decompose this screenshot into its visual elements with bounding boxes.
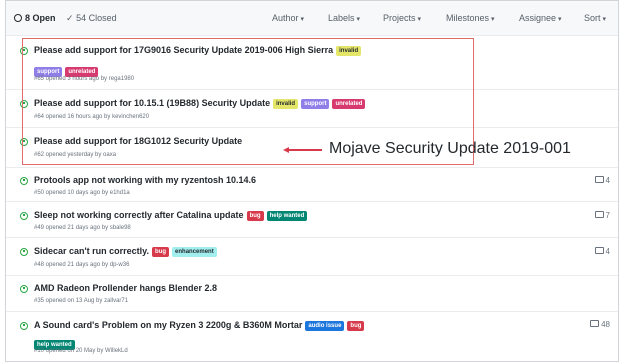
row-divider: [6, 35, 618, 36]
row-divider: [6, 167, 618, 168]
comment-count-text: 4: [605, 247, 610, 256]
assignee-label: Assignee: [519, 13, 557, 23]
annotation-text: Mojave Security Update 2019-001: [329, 140, 571, 157]
annotation-arrow: [288, 149, 322, 151]
annotation-arrow-head: [283, 146, 289, 153]
issue-meta: #48 opened 21 days ago by dp-w36: [34, 262, 130, 268]
caret-down-icon: ▾: [417, 16, 422, 23]
label-bug[interactable]: bug: [347, 321, 365, 331]
caret-down-icon: ▾: [491, 16, 495, 23]
projects-label: Projects: [383, 13, 416, 23]
issues-list-frame: 8 Open ✓ 54 Closed Author ▾ Labels ▾ Proje…: [5, 0, 619, 362]
closed-issues-filter[interactable]: ✓ 54 Closed: [66, 13, 117, 24]
label-bug[interactable]: bug: [152, 247, 170, 257]
issue-meta: #10 opened on 20 May by WillekLd: [34, 348, 128, 354]
issue-opened-icon: [14, 14, 22, 22]
issue-title-text[interactable]: A Sound card's Problem on my Ryzen 3 220…: [34, 320, 302, 330]
issue-title[interactable]: AMD Radeon Prollender hangs Blender 2.8: [34, 283, 217, 293]
issue-opened-icon: [20, 212, 28, 220]
comment-icon: [590, 320, 600, 327]
row-divider: [6, 311, 618, 312]
closed-count-label: 54 Closed: [76, 13, 117, 23]
comment-count[interactable]: 4: [594, 176, 610, 185]
milestones-label: Milestones: [446, 13, 490, 23]
projects-dropdown[interactable]: Projects ▾: [383, 13, 421, 23]
comment-count[interactable]: 4: [594, 247, 610, 256]
check-icon: ✓: [66, 13, 74, 23]
comment-count[interactable]: 48: [590, 320, 610, 329]
label-enhancement[interactable]: enhancement: [172, 247, 217, 257]
caret-down-icon: ▾: [300, 16, 305, 23]
author-dropdown[interactable]: Author ▾: [272, 13, 304, 23]
issue-title-text[interactable]: AMD Radeon Prollender hangs Blender 2.8: [34, 283, 217, 293]
issue-title[interactable]: Sidecar can't run correctly. bug enhanceme…: [34, 246, 217, 257]
issue-title[interactable]: Protools app not working with my ryzento…: [34, 175, 256, 185]
comment-count-text: 7: [605, 211, 610, 220]
open-count-label: 8 Open: [25, 13, 56, 23]
label-bug[interactable]: bug: [246, 211, 264, 221]
issue-meta: #35 opened on 13 Aug by zallvar71: [34, 298, 129, 304]
row-divider: [6, 201, 618, 202]
issue-meta: #49 opened 21 days ago by sbale98: [34, 225, 131, 231]
issue-opened-icon: [20, 177, 28, 185]
row-divider: [6, 237, 618, 238]
issues-list-header: 8 Open ✓ 54 Closed Author ▾ Labels ▾ Proje…: [6, 1, 618, 36]
issue-title[interactable]: A Sound card's Problem on my Ryzen 3 220…: [34, 320, 365, 331]
issue-title-text[interactable]: Protools app not working with my ryzento…: [34, 175, 256, 185]
issue-opened-icon: [20, 248, 28, 256]
row-divider: [6, 275, 618, 276]
issue-meta: #50 opened 10 days ago by e1hd1a: [34, 190, 130, 196]
issue-opened-icon: [20, 322, 28, 330]
issue-title-text[interactable]: Sleep not working correctly after Catali…: [34, 210, 244, 220]
comment-icon: [594, 211, 604, 218]
labels-dropdown[interactable]: Labels ▾: [328, 13, 360, 23]
milestones-dropdown[interactable]: Milestones ▾: [446, 13, 495, 23]
labels-label: Labels: [328, 13, 355, 23]
open-issues-filter[interactable]: 8 Open: [14, 13, 56, 23]
label-audio-issue[interactable]: audio issue: [305, 321, 345, 331]
issue-opened-icon: [20, 285, 28, 293]
comment-icon: [594, 247, 604, 254]
assignee-dropdown[interactable]: Assignee ▾: [519, 13, 562, 23]
sort-dropdown[interactable]: Sort ▾: [584, 13, 606, 23]
issue-title[interactable]: Sleep not working correctly after Catali…: [34, 210, 308, 221]
caret-down-icon: ▾: [602, 16, 607, 23]
comment-count[interactable]: 7: [594, 211, 610, 220]
comment-count-text: 4: [605, 176, 610, 185]
author-label: Author: [272, 13, 299, 23]
comment-icon: [594, 176, 604, 183]
caret-down-icon: ▾: [356, 16, 361, 23]
comment-count-text: 48: [601, 320, 610, 329]
label-help-wanted[interactable]: help wanted: [266, 211, 308, 221]
sort-label: Sort: [584, 13, 601, 23]
issue-title-text[interactable]: Sidecar can't run correctly.: [34, 246, 149, 256]
caret-down-icon: ▾: [558, 16, 562, 23]
